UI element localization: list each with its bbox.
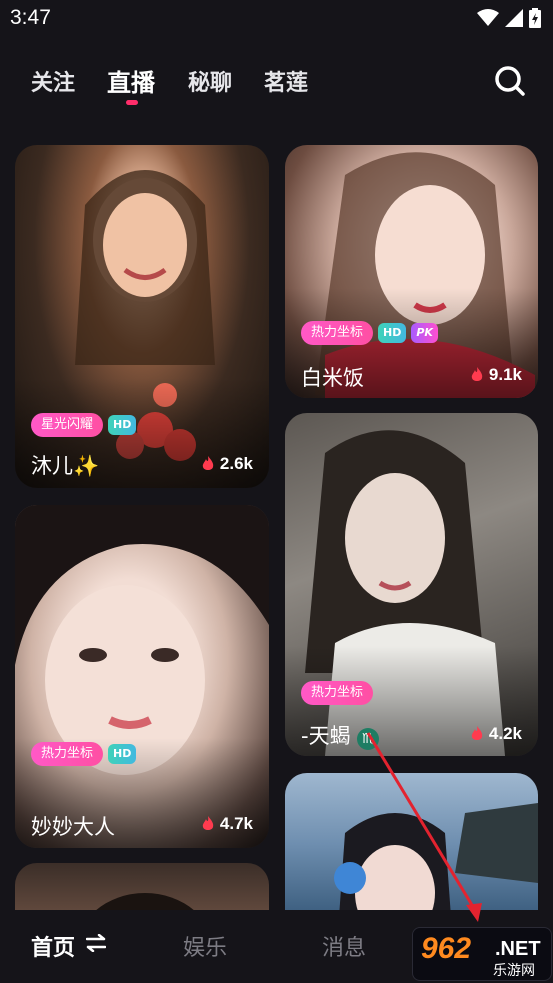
site-watermark: 962 .NET 乐游网: [412, 927, 552, 981]
flame-icon: [471, 367, 483, 381]
heat-count: 9.1k: [471, 365, 522, 385]
battery-icon: [529, 8, 541, 28]
tab-live[interactable]: 直播: [107, 63, 155, 98]
streamer-name: 白米饭: [301, 366, 364, 390]
watermark-net: .NET: [495, 938, 541, 960]
live-card[interactable]: 星光闪耀 HD 沐儿✨ 2.6k: [15, 145, 269, 488]
switch-icon[interactable]: [86, 934, 106, 952]
hd-badge: HD: [108, 744, 137, 764]
badge-row: 星光闪耀 HD: [31, 413, 137, 437]
hd-badge: HD: [378, 323, 407, 343]
tab-private-chat[interactable]: 秘聊: [188, 65, 232, 97]
live-card[interactable]: 热力坐标 HD 妙妙大人 4.7k: [15, 505, 269, 848]
heat-count: 4.2k: [471, 724, 522, 744]
streamer-name: -天蝎 ♏: [301, 720, 380, 750]
tab-minglian[interactable]: 茗莲: [264, 65, 308, 97]
status-bar: 3:47: [0, 0, 553, 40]
signal-icon: [505, 9, 523, 27]
streamer-name: 沐儿✨: [31, 454, 100, 478]
flame-icon: [202, 816, 214, 830]
flame-icon: [202, 456, 214, 470]
scorpio-icon: ♏: [357, 728, 380, 750]
badge-row: 热力坐标: [301, 681, 374, 705]
live-card[interactable]: 热力坐标 HD PK 白米饭 9.1k: [285, 145, 538, 398]
hd-badge: HD: [108, 415, 137, 435]
sparkle-icon: ✨: [73, 454, 100, 478]
ranking-badge: 热力坐标: [301, 681, 374, 705]
badge-row: 热力坐标 HD PK: [301, 321, 438, 345]
live-card[interactable]: 热力坐标 -天蝎 ♏ 4.2k: [285, 413, 538, 756]
nav-entertainment[interactable]: 娱乐: [183, 930, 227, 962]
status-icons: [477, 8, 541, 28]
ranking-badge: 热力坐标: [301, 321, 374, 345]
tab-follow[interactable]: 关注: [31, 65, 75, 97]
nav-home[interactable]: 首页: [31, 930, 75, 962]
streamer-name: 妙妙大人: [31, 815, 115, 839]
watermark-subtitle: 乐游网: [493, 963, 535, 979]
ranking-badge: 星光闪耀: [31, 413, 104, 437]
ranking-badge: 热力坐标: [31, 742, 104, 766]
search-icon[interactable]: [494, 65, 526, 97]
nav-messages[interactable]: 消息: [322, 930, 366, 962]
wifi-icon: [477, 9, 499, 26]
flame-icon: [471, 726, 483, 740]
top-nav: 关注 直播 秘聊 茗莲: [0, 55, 553, 109]
badge-row: 热力坐标 HD: [31, 742, 137, 766]
heat-count: 2.6k: [202, 454, 253, 474]
active-tab-indicator: [126, 100, 138, 105]
pk-badge: PK: [411, 323, 438, 343]
heat-count: 4.7k: [202, 814, 253, 834]
watermark-number: 962: [421, 932, 472, 965]
status-time: 3:47: [10, 6, 51, 29]
